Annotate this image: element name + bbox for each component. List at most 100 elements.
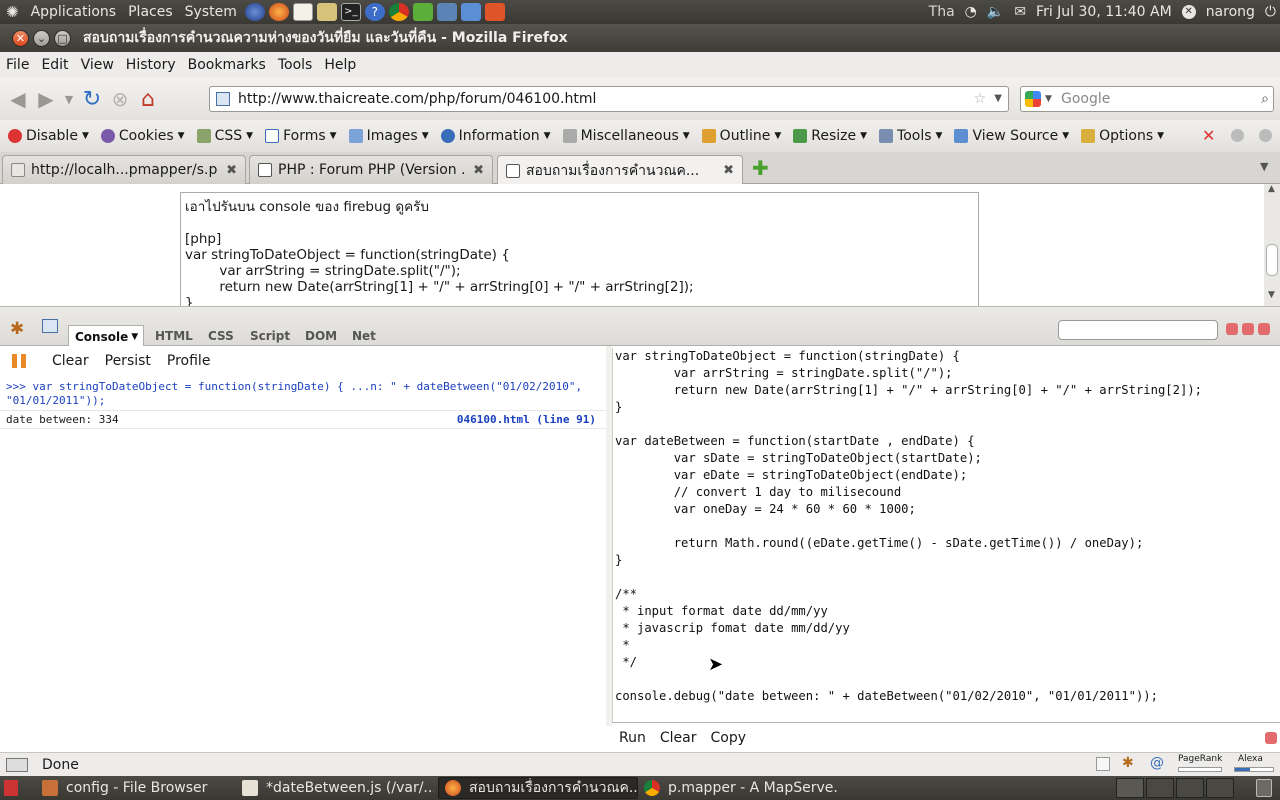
url-dropdown-icon[interactable]: ▼ bbox=[994, 87, 1002, 111]
search-icon[interactable]: ⌕ bbox=[1261, 87, 1269, 111]
folder-launcher-icon[interactable] bbox=[484, 3, 505, 21]
scroll-down-icon[interactable]: ▼ bbox=[1268, 290, 1275, 300]
stop-icon[interactable]: ⊗ bbox=[106, 85, 134, 113]
chrome-launcher-icon[interactable] bbox=[388, 3, 409, 21]
tab-current-thread[interactable]: สอบถามเรื่องการคำนวณค... ✖ bbox=[497, 155, 743, 185]
firebug-minimize-icon[interactable] bbox=[1226, 323, 1238, 335]
devbar-images[interactable]: Images ▼ bbox=[343, 128, 435, 144]
workspace-3[interactable] bbox=[1176, 778, 1204, 798]
keyboard-layout-indicator[interactable]: Tha bbox=[929, 4, 955, 20]
console-profile-button[interactable]: Profile bbox=[167, 353, 211, 369]
forward-arrow-icon[interactable]: ▶ bbox=[32, 85, 60, 113]
firebug-search-input[interactable] bbox=[1058, 320, 1218, 340]
editor-collapse-icon[interactable] bbox=[1265, 732, 1277, 744]
editor-clear-button[interactable]: Clear bbox=[653, 730, 704, 746]
volume-icon[interactable]: 🔈 bbox=[987, 4, 1004, 20]
status-clipboard-icon[interactable] bbox=[1096, 757, 1110, 771]
site-identity-icon[interactable] bbox=[216, 92, 230, 106]
workspace-4[interactable] bbox=[1206, 778, 1234, 798]
globe-launcher-icon[interactable] bbox=[244, 3, 265, 21]
page-scrollbar[interactable]: ▲ ▼ bbox=[1264, 184, 1280, 306]
status-firebug-icon[interactable]: ✱ bbox=[1122, 755, 1134, 771]
menu-applications[interactable]: Applications bbox=[25, 4, 123, 20]
leaf-launcher-icon[interactable] bbox=[412, 3, 433, 21]
tab-close-icon[interactable]: ✖ bbox=[226, 163, 237, 178]
firebug-detach-icon[interactable] bbox=[1242, 323, 1254, 335]
devbar-options[interactable]: Options ▼ bbox=[1075, 128, 1170, 144]
devbar-css[interactable]: CSS ▼ bbox=[191, 128, 259, 144]
devbar-outline[interactable]: Outline ▼ bbox=[696, 128, 788, 144]
menu-help[interactable]: Help bbox=[318, 57, 362, 73]
help-launcher-icon[interactable]: ? bbox=[364, 3, 385, 21]
taskbar-file-browser[interactable]: config - File Browser bbox=[36, 777, 232, 799]
ubuntu-logo-icon[interactable]: ✺ bbox=[0, 3, 25, 21]
home-icon[interactable]: ⌂ bbox=[134, 85, 162, 113]
devbar-information[interactable]: Information ▼ bbox=[435, 128, 557, 144]
bookmark-star-icon[interactable]: ☆ bbox=[973, 87, 986, 111]
console-pause-icon[interactable] bbox=[12, 354, 26, 368]
mail-icon[interactable]: ✉ bbox=[1014, 4, 1026, 20]
menu-view[interactable]: View bbox=[75, 57, 120, 73]
user-status-icon[interactable]: ✕ bbox=[1181, 5, 1196, 19]
firebug-tab-console[interactable]: Console ▼ bbox=[68, 325, 144, 347]
firebug-tab-html[interactable]: HTML bbox=[155, 325, 193, 347]
log-source-link[interactable]: 046100.html (line 91) bbox=[457, 413, 596, 426]
menu-system[interactable]: System bbox=[179, 4, 243, 20]
devbar-resize[interactable]: Resize ▼ bbox=[787, 128, 873, 144]
terminal-launcher-icon[interactable]: >_ bbox=[340, 3, 361, 21]
pgadmin-launcher-icon[interactable] bbox=[436, 3, 457, 21]
firefox-launcher-icon[interactable] bbox=[268, 3, 289, 21]
tab-list-dropdown-icon[interactable]: ▼ bbox=[1260, 160, 1268, 173]
firebug-bug-icon[interactable]: ✱ bbox=[10, 319, 24, 339]
power-icon[interactable]: ⏻ bbox=[1265, 4, 1276, 20]
devbar-disable[interactable]: Disable ▼ bbox=[2, 128, 95, 144]
firebug-tab-net[interactable]: Net bbox=[352, 325, 376, 347]
trash-icon[interactable] bbox=[1256, 779, 1272, 797]
google-engine-icon[interactable] bbox=[1025, 91, 1041, 107]
scroll-up-icon[interactable]: ▲ bbox=[1268, 184, 1275, 194]
devbar-view-source[interactable]: View Source ▼ bbox=[948, 128, 1075, 144]
back-arrow-icon[interactable]: ◀ bbox=[4, 85, 32, 113]
user-name[interactable]: narong bbox=[1206, 4, 1255, 20]
console-persist-button[interactable]: Persist bbox=[105, 353, 151, 369]
taskbar-firefox-thread[interactable]: สอบถามเรื่องการคำนวณค... bbox=[438, 777, 638, 799]
tab-close-icon[interactable]: ✖ bbox=[723, 163, 734, 178]
devbar-close-icon[interactable]: ✕ bbox=[1202, 126, 1215, 145]
window-close-icon[interactable]: ✕ bbox=[12, 29, 29, 47]
wifi-icon[interactable]: ◔ bbox=[965, 4, 977, 20]
workspace-1[interactable] bbox=[1116, 778, 1144, 798]
window-minimize-icon[interactable]: ⌄ bbox=[33, 29, 50, 47]
devbar-miscellaneous[interactable]: Miscellaneous ▼ bbox=[557, 128, 696, 144]
window-maximize-icon[interactable]: □ bbox=[54, 29, 71, 47]
url-bar[interactable]: http://www.thaicreate.com/php/forum/0461… bbox=[209, 86, 1009, 112]
url-text[interactable]: http://www.thaicreate.com/php/forum/0461… bbox=[238, 91, 596, 107]
status-at-icon[interactable]: @ bbox=[1150, 755, 1164, 771]
engine-dropdown-icon[interactable]: ▼ bbox=[1045, 87, 1052, 111]
firebug-tab-css[interactable]: CSS bbox=[208, 325, 234, 347]
menu-bookmarks[interactable]: Bookmarks bbox=[182, 57, 272, 73]
tab-php-forum[interactable]: PHP : Forum PHP (Version ... ✖ bbox=[249, 155, 493, 184]
new-tab-plus-icon[interactable]: ✚ bbox=[752, 156, 769, 180]
devbar-forms[interactable]: Forms ▼ bbox=[259, 128, 342, 144]
show-desktop-icon[interactable] bbox=[4, 780, 18, 796]
menu-tools[interactable]: Tools bbox=[272, 57, 319, 73]
tab-close-icon[interactable]: ✖ bbox=[473, 163, 484, 178]
menu-places[interactable]: Places bbox=[122, 4, 179, 20]
inspect-element-icon[interactable] bbox=[42, 319, 58, 333]
reply-textarea[interactable]: เอาไปรันบน console ของ firebug ดูครับ [p… bbox=[180, 192, 979, 306]
firebug-close-icon[interactable] bbox=[1258, 323, 1270, 335]
firebug-tab-script[interactable]: Script bbox=[250, 325, 290, 347]
virtualbox-launcher-icon[interactable] bbox=[460, 3, 481, 21]
firebug-tab-dom[interactable]: DOM bbox=[305, 325, 337, 347]
taskbar-chrome-pmapper[interactable]: p.mapper - A MapServe... bbox=[638, 777, 838, 799]
menu-history[interactable]: History bbox=[120, 57, 182, 73]
console-clear-button[interactable]: Clear bbox=[52, 353, 89, 369]
tab-localhost-pmapper[interactable]: http://localh...pmapper/s.php ✖ bbox=[2, 155, 246, 184]
run-button[interactable]: Run bbox=[612, 730, 653, 746]
menu-edit[interactable]: Edit bbox=[35, 57, 74, 73]
clock[interactable]: Fri Jul 30, 11:40 AM bbox=[1036, 4, 1172, 20]
editor-copy-button[interactable]: Copy bbox=[703, 730, 753, 746]
devbar-tools[interactable]: Tools ▼ bbox=[873, 128, 948, 144]
menu-file[interactable]: File bbox=[0, 57, 35, 73]
taskbar-text-editor[interactable]: *dateBetween.js (/var/... bbox=[236, 777, 434, 799]
